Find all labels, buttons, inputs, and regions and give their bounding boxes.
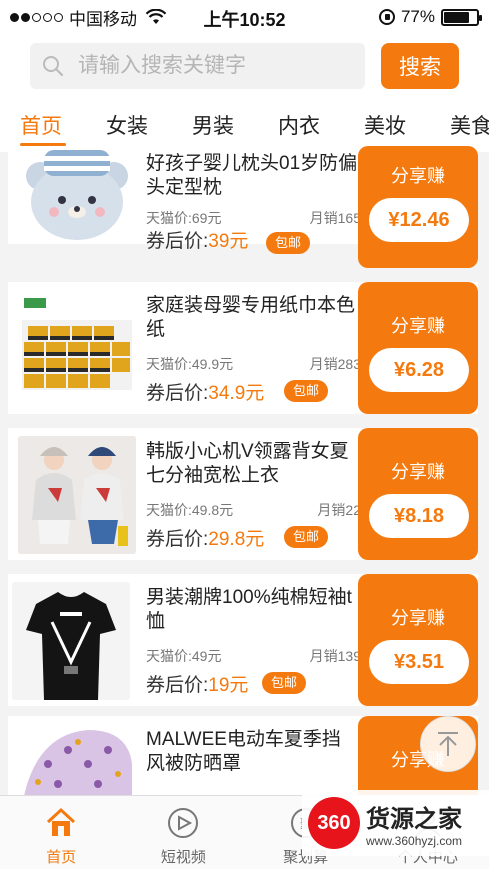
tmall-price: 天猫价:49.8元 — [146, 502, 234, 518]
product-card[interactable]: 家庭装母婴专用纸巾本色纸 天猫价:49.9元 月销283 券后价:34.9元 包… — [8, 282, 478, 414]
product-card[interactable]: 好孩子婴儿枕头01岁防偏头定型枕 天猫价:69元 月销165 券后价:39元 包… — [8, 146, 478, 268]
free-shipping-badge: 包邮 — [284, 380, 329, 402]
monthly-sales: 月销283 — [309, 356, 361, 372]
share-earn-amount: ¥8.18 — [369, 494, 469, 538]
free-shipping-badge: 包邮 — [262, 672, 307, 694]
search-field[interactable] — [30, 43, 365, 89]
nav-home[interactable]: 首页 — [0, 796, 122, 869]
search-input[interactable] — [78, 54, 358, 78]
watermark-name: 货源之家 — [366, 805, 462, 833]
monthly-sales: 月销165 — [309, 210, 361, 226]
product-image-pillow — [18, 146, 136, 244]
tab-food[interactable]: 美食 — [450, 98, 489, 152]
tab-home[interactable]: 首页 — [20, 98, 106, 152]
monthly-sales: 月销139 — [309, 648, 361, 664]
share-earn-label: 分享赚 — [391, 462, 445, 482]
wifi-icon — [145, 9, 167, 24]
share-earn-label: 分享赚 — [391, 166, 445, 186]
status-bar: 中国移动 上午10:52 77% — [0, 0, 489, 34]
play-icon — [168, 808, 199, 838]
nav-video-label: 短视频 — [160, 849, 206, 866]
carrier-name: 中国移动 — [69, 9, 137, 29]
rotation-lock-icon — [378, 9, 395, 25]
share-earn-panel[interactable]: 分享赚 ¥3.51 — [358, 574, 478, 706]
share-earn-label: 分享赚 — [391, 316, 445, 336]
coupon-price: 39元 — [208, 231, 249, 252]
share-earn-panel[interactable]: 分享赚 ¥12.46 — [358, 146, 478, 268]
share-earn-panel[interactable]: 分享赚 ¥8.18 — [358, 428, 478, 560]
site-watermark: 360 货源之家 www.360hyzj.com — [302, 790, 489, 856]
share-earn-amount: ¥6.28 — [369, 348, 469, 392]
free-shipping-badge: 包邮 — [266, 232, 311, 254]
watermark-logo: 360 — [308, 797, 360, 849]
product-title: 好孩子婴儿枕头01岁防偏头定型枕 — [146, 153, 358, 198]
coupon-price: 19元 — [208, 675, 249, 696]
tab-mens[interactable]: 男装 — [192, 98, 278, 152]
product-card[interactable]: MALWEE电动车夏季挡风被防晒罩 分享赚 — [8, 716, 478, 796]
product-image-tissue — [18, 290, 136, 408]
share-earn-amount: ¥3.51 — [369, 640, 469, 684]
coupon-price: 29.8元 — [208, 529, 265, 550]
share-earn-amount: ¥12.46 — [369, 198, 469, 242]
home-icon — [47, 807, 76, 836]
tmall-price: 天猫价:49元 — [146, 648, 222, 664]
coupon-price-row: 券后价:19元 — [146, 675, 249, 696]
tmall-price: 天猫价:69元 — [146, 210, 222, 226]
signal-icon — [10, 12, 63, 22]
product-title: 家庭装母婴专用纸巾本色纸 — [146, 295, 356, 340]
back-to-top-button[interactable] — [420, 716, 476, 772]
product-image-tshirt — [12, 582, 130, 700]
battery-icon — [441, 8, 482, 26]
tmall-price: 天猫价:49.9元 — [146, 356, 234, 372]
monthly-sales: 月销22 — [317, 502, 361, 518]
product-card[interactable]: 男装潮牌100%纯棉短袖t恤 天猫价:49元 月销139 券后价:19元 包邮 … — [8, 574, 478, 706]
tab-underwear[interactable]: 内衣 — [278, 98, 364, 152]
product-card[interactable]: 韩版小心机V领露背女夏七分袖宽松上衣 天猫价:49.8元 月销22 券后价:29… — [8, 428, 478, 560]
coupon-price-row: 券后价:29.8元 — [146, 529, 265, 550]
search-icon — [43, 56, 64, 77]
coupon-price: 34.9元 — [208, 383, 265, 404]
coupon-price-row: 券后价:39元 — [146, 231, 249, 252]
nav-home-label: 首页 — [46, 849, 77, 866]
search-button[interactable]: 搜索 — [381, 43, 459, 89]
arrow-up-icon — [438, 732, 458, 756]
product-title: 男装潮牌100%纯棉短袖t恤 — [146, 587, 352, 632]
nav-video[interactable]: 短视频 — [122, 796, 244, 869]
free-shipping-badge: 包邮 — [284, 526, 329, 548]
share-earn-label: 分享赚 — [391, 608, 445, 628]
product-title: 韩版小心机V领露背女夏七分袖宽松上衣 — [146, 441, 349, 486]
tab-womens[interactable]: 女装 — [106, 98, 192, 152]
app-screen: 中国移动 上午10:52 77% 搜索 首页 女装 男装 内衣 美妆 美食 — [0, 0, 489, 869]
product-image-windshield — [18, 724, 136, 796]
search-bar: 搜索 — [0, 34, 489, 98]
watermark-url: www.360hyzj.com — [366, 833, 463, 848]
battery-percent: 77% — [400, 7, 435, 26]
category-tabs: 首页 女装 男装 内衣 美妆 美食 — [0, 98, 489, 152]
product-image-blouse — [18, 436, 136, 554]
tab-beauty[interactable]: 美妆 — [364, 98, 450, 152]
coupon-price-row: 券后价:34.9元 — [146, 383, 265, 404]
share-earn-panel[interactable]: 分享赚 ¥6.28 — [358, 282, 478, 414]
product-title: MALWEE电动车夏季挡风被防晒罩 — [146, 729, 341, 774]
